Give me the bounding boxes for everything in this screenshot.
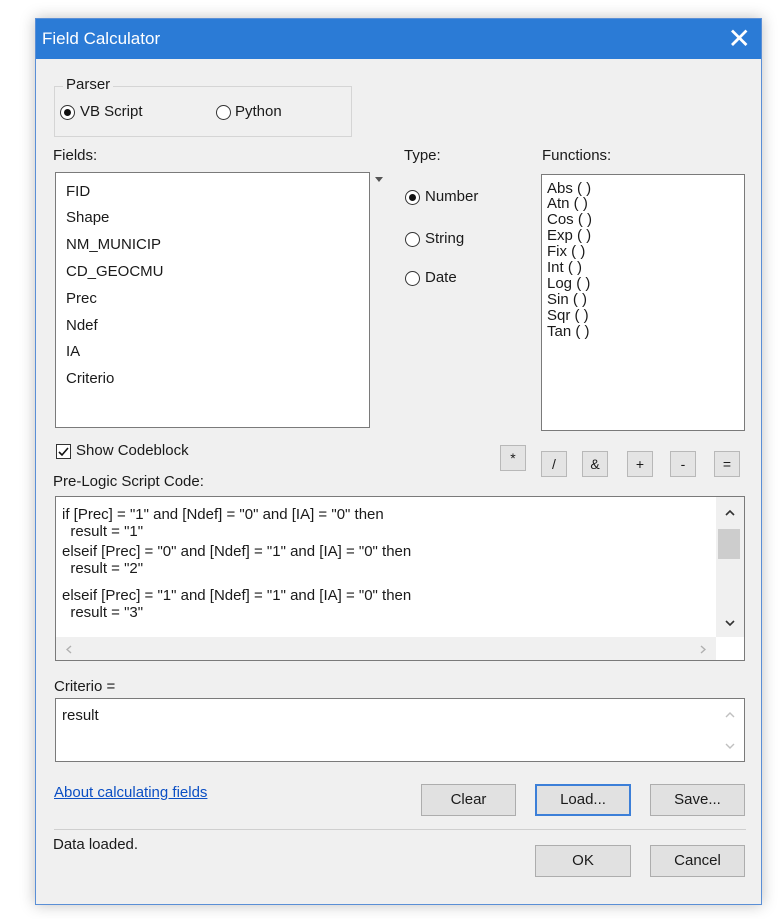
chevron-down-icon[interactable]: [725, 743, 735, 750]
field-item-prec[interactable]: Prec: [66, 290, 97, 307]
radio-icon[interactable]: [60, 105, 75, 120]
save-button[interactable]: Save...: [650, 784, 745, 816]
radio-icon[interactable]: [405, 232, 420, 247]
expression-text: result: [62, 707, 99, 724]
load-button[interactable]: Load...: [535, 784, 631, 816]
radio-selected-dot: [64, 109, 71, 116]
prelogic-horizontal-scrollbar[interactable]: [56, 637, 716, 660]
clear-button[interactable]: Clear: [421, 784, 516, 816]
radio-icon[interactable]: [216, 105, 231, 120]
expression-editor[interactable]: result: [55, 698, 745, 762]
function-item-sin[interactable]: Sin ( ): [547, 292, 587, 307]
function-item-tan[interactable]: Tan ( ): [547, 324, 590, 339]
functions-label: Functions:: [542, 147, 612, 164]
field-item-criterio[interactable]: Criterio: [66, 370, 114, 387]
field-item-fid[interactable]: FID: [66, 183, 90, 200]
checkbox-box[interactable]: [56, 444, 71, 459]
code-line: elseif [Prec] = "1" and [Ndef] = "1" and…: [62, 587, 412, 604]
field-item-cd-geocmu[interactable]: CD_GEOCMU: [66, 263, 164, 280]
show-codeblock-label: Show Codeblock: [76, 442, 189, 459]
cancel-button[interactable]: Cancel: [650, 845, 745, 877]
prelogic-vertical-scrollbar[interactable]: [716, 497, 744, 637]
field-item-shape[interactable]: Shape: [66, 209, 109, 226]
operator-plus-button[interactable]: +: [627, 451, 653, 477]
type-option-number[interactable]: Number: [405, 187, 505, 209]
about-calculating-fields-link[interactable]: About calculating fields: [54, 784, 207, 801]
type-option-date[interactable]: Date: [405, 268, 505, 290]
type-option-label: Date: [425, 269, 457, 286]
parser-legend: Parser: [63, 76, 114, 93]
code-line: if [Prec] = "1" and [Ndef] = "0" and [IA…: [62, 506, 384, 523]
parser-option-label: VB Script: [80, 103, 143, 120]
chevron-down-icon[interactable]: [725, 620, 735, 627]
operator-minus-button[interactable]: -: [670, 451, 696, 477]
operator-divide-button[interactable]: /: [541, 451, 567, 477]
function-item-atn[interactable]: Atn ( ): [547, 196, 588, 211]
scrollbar-thumb[interactable]: [718, 529, 740, 559]
fields-label: Fields:: [53, 147, 98, 164]
function-item-exp[interactable]: Exp ( ): [547, 228, 591, 243]
chevron-left-icon[interactable]: [66, 645, 72, 654]
operator-multiply-button[interactable]: *: [500, 445, 526, 471]
function-item-abs[interactable]: Abs ( ): [547, 181, 591, 196]
function-item-cos[interactable]: Cos ( ): [547, 212, 592, 227]
prelogic-code-editor[interactable]: if [Prec] = "1" and [Ndef] = "0" and [IA…: [55, 496, 745, 661]
operator-ampersand-button[interactable]: &: [582, 451, 608, 477]
parser-option-vbscript[interactable]: VB Script: [60, 103, 180, 123]
type-option-label: Number: [425, 188, 479, 205]
code-line: result = "1": [62, 523, 144, 540]
prelogic-label: Pre-Logic Script Code:: [53, 473, 204, 490]
parser-option-python[interactable]: Python: [216, 103, 316, 123]
fields-list[interactable]: FID Shape NM_MUNICIP CD_GEOCMU Prec Ndef…: [55, 172, 370, 428]
expression-label: Criterio =: [54, 678, 116, 695]
expression-vertical-scrollbar[interactable]: [716, 699, 744, 761]
chevron-up-icon[interactable]: [725, 509, 735, 516]
functions-list[interactable]: Abs ( ) Atn ( ) Cos ( ) Exp ( ) Fix ( ) …: [541, 174, 745, 431]
function-item-int[interactable]: Int ( ): [547, 260, 582, 275]
code-line: result = "2": [62, 560, 144, 577]
field-item-ndef[interactable]: Ndef: [66, 317, 98, 334]
ok-button[interactable]: OK: [535, 845, 631, 877]
radio-icon[interactable]: [405, 190, 420, 205]
show-codeblock-checkbox[interactable]: Show Codeblock: [56, 442, 226, 462]
code-line: result = "3": [62, 604, 144, 621]
chevron-right-icon[interactable]: [700, 645, 706, 654]
sort-arrow-icon[interactable]: [375, 177, 383, 183]
chevron-up-icon[interactable]: [725, 711, 735, 718]
operator-equals-button[interactable]: =: [714, 451, 740, 477]
title-bar[interactable]: Field Calculator ✕: [36, 19, 761, 59]
radio-icon[interactable]: [405, 271, 420, 286]
field-item-ia[interactable]: IA: [66, 343, 80, 360]
field-item-nm-municip[interactable]: NM_MUNICIP: [66, 236, 161, 253]
function-item-fix[interactable]: Fix ( ): [547, 244, 585, 259]
code-line: elseif [Prec] = "0" and [Ndef] = "1" and…: [62, 543, 412, 560]
type-option-string[interactable]: String: [405, 229, 505, 251]
type-label: Type:: [404, 147, 441, 164]
divider: [54, 829, 746, 830]
window-title: Field Calculator: [42, 29, 161, 48]
parser-option-label: Python: [235, 103, 282, 120]
function-item-sqr[interactable]: Sqr ( ): [547, 308, 589, 323]
radio-selected-dot: [409, 194, 416, 201]
type-option-label: String: [425, 230, 465, 247]
close-icon[interactable]: ✕: [728, 22, 751, 55]
function-item-log[interactable]: Log ( ): [547, 276, 590, 291]
checkmark-icon: [58, 447, 69, 457]
status-text: Data loaded.: [53, 836, 139, 853]
